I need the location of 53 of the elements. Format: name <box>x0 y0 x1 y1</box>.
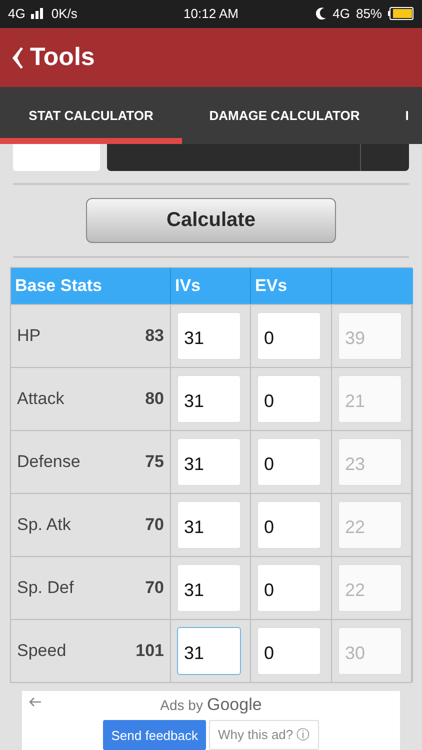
iv-input[interactable]: 31 <box>177 501 241 550</box>
stat-result-field: 30 <box>338 627 402 676</box>
stat-name: Attack <box>17 389 64 410</box>
tab[interactable]: DAMAGE CALCULATOR <box>182 87 387 144</box>
nature-dropdown[interactable] <box>107 144 409 172</box>
base-stat-value: 80 <box>145 389 164 410</box>
battery-icon <box>388 7 414 20</box>
iv-input[interactable]: 31 <box>177 375 241 424</box>
column-header: Base Stats <box>11 268 171 304</box>
iv-input[interactable]: 31 <box>177 627 241 676</box>
base-stat-value: 101 <box>136 641 164 662</box>
stat-name: Sp. Atk <box>17 515 71 536</box>
stat-result-field: 21 <box>338 375 402 424</box>
stat-name: HP <box>17 326 41 346</box>
ad-brand: Google <box>206 695 262 716</box>
calculate-button[interactable]: Calculate <box>86 198 336 244</box>
ev-input[interactable]: 0 <box>257 564 321 612</box>
moon-icon <box>316 7 327 20</box>
why-this-ad-button[interactable]: Why this ad? ⓘ <box>208 720 319 750</box>
back-arrow-icon[interactable] <box>28 697 42 708</box>
signal-icon <box>31 8 46 20</box>
level-field[interactable] <box>13 144 100 172</box>
network-label: 4G <box>332 6 350 22</box>
send-feedback-button[interactable]: Send feedback <box>103 720 206 750</box>
stat-result-field: 22 <box>338 501 402 550</box>
base-stat-value: 70 <box>145 578 164 598</box>
stat-name: Speed <box>17 641 66 662</box>
app-title: Tools <box>30 43 95 72</box>
tab[interactable]: I <box>387 87 422 144</box>
battery-percent: 85% <box>356 6 382 22</box>
base-stat-value: 83 <box>145 326 164 346</box>
iv-input[interactable]: 31 <box>177 438 241 486</box>
ad-label: Ads by <box>160 697 203 714</box>
ev-input[interactable]: 0 <box>257 501 321 550</box>
back-icon[interactable] <box>12 46 24 69</box>
stat-result-field: 23 <box>338 438 402 486</box>
iv-input[interactable]: 31 <box>177 312 241 360</box>
stat-result-field: 39 <box>338 312 402 360</box>
base-stat-value: 75 <box>145 452 164 472</box>
stat-name: Sp. Def <box>17 578 74 598</box>
clock: 10:12 AM <box>184 6 238 22</box>
column-header: EVs <box>251 268 332 304</box>
ev-input[interactable]: 0 <box>257 438 321 486</box>
iv-input[interactable]: 31 <box>177 564 241 612</box>
ev-input[interactable]: 0 <box>257 627 321 676</box>
ev-input[interactable]: 0 <box>257 312 321 360</box>
column-header: IVs <box>171 268 251 304</box>
network-speed: 0K/s <box>51 6 78 22</box>
stat-name: Defense <box>17 452 80 472</box>
ev-input[interactable]: 0 <box>257 375 321 424</box>
network-label: 4G <box>8 6 26 22</box>
base-stat-value: 70 <box>145 515 164 536</box>
stat-result-field: 22 <box>338 564 402 612</box>
